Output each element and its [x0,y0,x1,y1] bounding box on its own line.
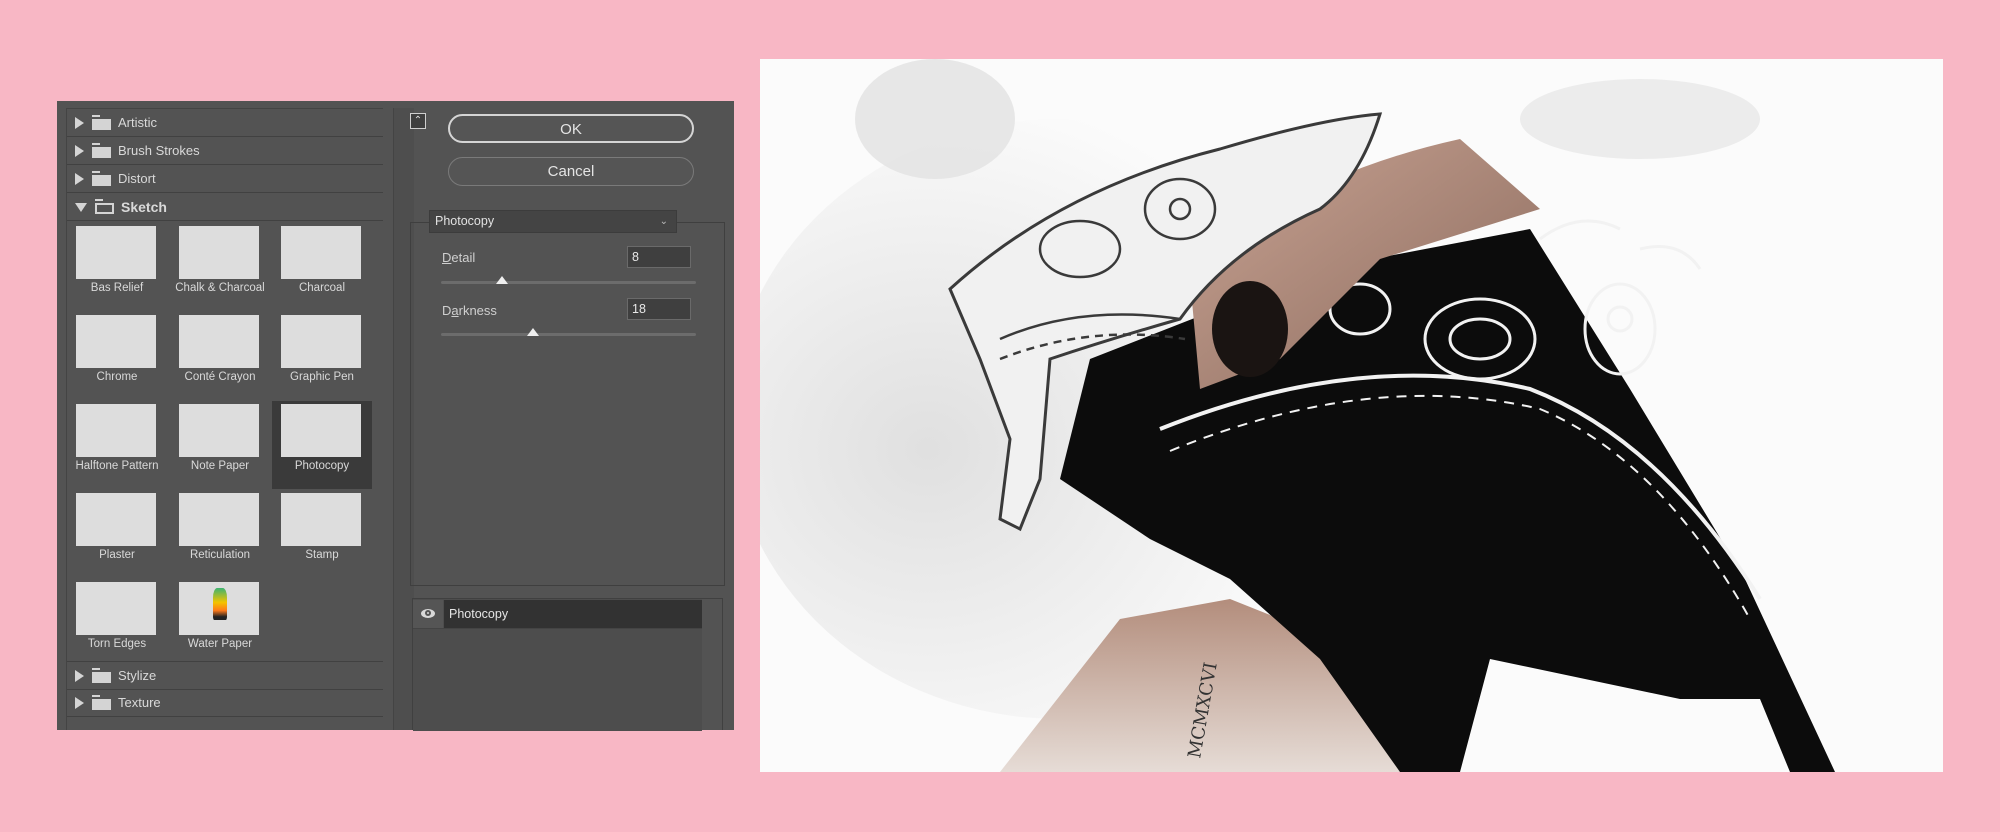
expand-arrow-icon[interactable] [75,696,84,709]
preview-artwork: MCMXCVI [760,59,1943,772]
filter-preview-image [76,493,156,546]
filter-preview-image [281,315,361,368]
detail-label: Detail [442,250,476,265]
folder-icon [92,668,111,683]
detail-slider[interactable] [441,276,696,284]
filter-thumb-chrome[interactable]: Chrome [67,312,167,400]
filter-thumb-halftone-pattern[interactable]: Halftone Pattern [67,401,167,489]
filter-preview-image [281,493,361,546]
category-label: Sketch [121,198,167,215]
filter-label: Plaster [99,549,135,561]
filter-settings-group [410,222,725,586]
filter-preview-image [76,404,156,457]
filter-preview-image [281,226,361,279]
filter-label: Photocopy [294,460,350,472]
category-label: Brush Strokes [118,143,200,158]
category-stylize[interactable]: Stylize [67,661,383,690]
filter-label: Chrome [96,371,138,383]
filter-label: Bas Relief [90,282,144,294]
darkness-label: Darkness [442,303,497,318]
filter-thumb-plaster[interactable]: Plaster [67,490,167,578]
category-texture[interactable]: Texture [67,689,383,717]
filter-thumb-graphic-pen[interactable]: Graphic Pen [272,312,372,400]
filter-preview-image [76,315,156,368]
double-chevron-up-icon: ⌃ [413,115,423,126]
ink-splash [1520,79,1760,159]
category-sketch[interactable]: Sketch [67,193,383,221]
filter-label: Reticulation [189,549,251,561]
filter-gallery-dialog: Artistic Brush Strokes Distort Sketch Ba… [57,101,734,731]
filter-preview-image [179,226,259,279]
eye-icon[interactable] [421,609,435,618]
filter-label: Torn Edges [87,638,147,650]
filter-label: Water Paper [187,638,253,650]
filter-preview-image [179,582,259,635]
filter-select-value: Photocopy [435,214,495,228]
darkness-slider-handle[interactable] [526,328,539,336]
category-label: Stylize [118,668,157,683]
filter-label: Graphic Pen [290,371,354,383]
darkness-input[interactable]: 18 [627,298,691,320]
filter-preview-image [281,404,361,457]
detail-slider-handle[interactable] [496,276,509,284]
effect-layer-name: Photocopy [444,600,702,628]
filter-label: Stamp [305,549,339,561]
expand-arrow-icon[interactable] [75,144,84,157]
collapse-arrow-icon[interactable] [75,203,87,212]
expand-arrow-icon[interactable] [75,172,84,185]
ear [1212,281,1288,377]
expand-arrow-icon[interactable] [75,669,84,682]
open-folder-icon [95,199,114,214]
ink-splash [855,59,1015,179]
category-artistic[interactable]: Artistic [67,109,383,137]
filter-thumb-bas-relief[interactable]: Bas Relief [67,223,167,311]
filter-thumb-photocopy[interactable]: Photocopy [272,401,372,489]
category-brush-strokes[interactable]: Brush Strokes [67,137,383,165]
collapse-gallery-button[interactable]: ⌃ [410,113,426,129]
filter-thumb-stamp[interactable]: Stamp [272,490,372,578]
effect-layers-list: Photocopy [413,599,702,731]
category-label: Distort [118,171,156,186]
category-label: Texture [118,695,161,710]
filter-thumb-chalk-charcoal[interactable]: Chalk & Charcoal [170,223,270,311]
filter-thumb-water-paper[interactable]: Water Paper [170,579,270,667]
filter-label: Note Paper [190,460,250,472]
filter-select-dropdown[interactable]: Photocopy ⌄ [429,210,677,233]
filter-preview-canvas[interactable]: MCMXCVI [760,59,1943,772]
detail-input[interactable]: 8 [627,246,691,268]
chevron-down-icon: ⌄ [659,216,668,227]
filter-preview-image [76,226,156,279]
filter-label: Halftone Pattern [75,460,159,472]
filter-category-list: Artistic Brush Strokes Distort Sketch Ba… [66,108,383,730]
filter-preview-image [76,582,156,635]
filter-thumb-torn-edges[interactable]: Torn Edges [67,579,167,667]
filter-thumb-charcoal[interactable]: Charcoal [272,223,372,311]
filter-label: Conté Crayon [184,371,256,383]
filter-thumb-note-paper[interactable]: Note Paper [170,401,270,489]
visibility-toggle[interactable] [413,600,443,628]
effect-layer-row[interactable]: Photocopy [413,600,702,629]
cancel-button[interactable]: Cancel [448,157,694,186]
folder-icon [92,143,111,158]
filter-preview-image [179,404,259,457]
ok-button[interactable]: OK [448,114,694,143]
filter-label: Chalk & Charcoal [175,282,265,294]
filter-label: Charcoal [298,282,346,294]
category-label: Artistic [118,115,157,130]
folder-icon [92,171,111,186]
folder-icon [92,695,111,710]
filter-thumb-reticulation[interactable]: Reticulation [170,490,270,578]
filter-thumb-conte-crayon[interactable]: Conté Crayon [170,312,270,400]
category-distort[interactable]: Distort [67,165,383,193]
folder-icon [92,115,111,130]
darkness-slider[interactable] [441,328,696,336]
expand-arrow-icon[interactable] [75,116,84,129]
filter-preview-image [179,315,259,368]
effect-layers-panel: Photocopy [412,598,723,731]
filter-preview-image [179,493,259,546]
